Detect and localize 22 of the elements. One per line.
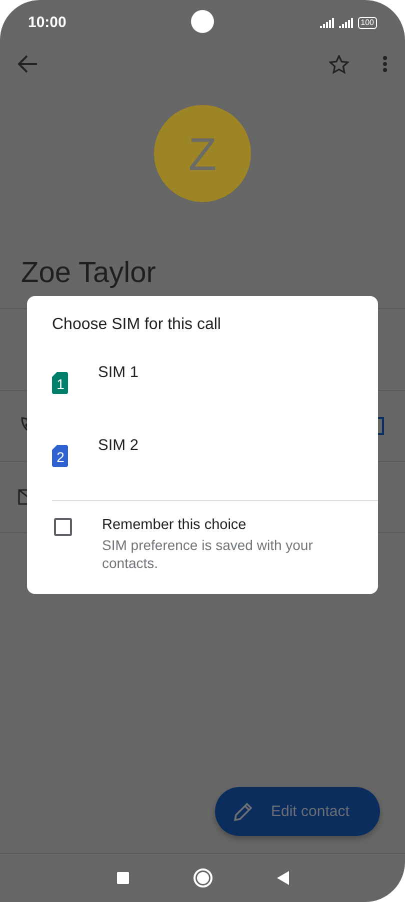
home-icon[interactable] <box>192 868 212 888</box>
camera-cutout <box>191 10 214 33</box>
more-icon[interactable] <box>382 55 388 73</box>
back-nav-icon[interactable] <box>276 871 288 885</box>
sim-option[interactable]: 1 SIM 1 <box>52 354 378 427</box>
remember-label: Remember this choice <box>102 517 248 533</box>
sim-card-icon: 2 <box>52 445 68 467</box>
star-icon[interactable] <box>329 54 349 74</box>
sim-option[interactable]: 2 SIM 2 <box>52 427 378 500</box>
clock-time: 10:00 <box>28 14 66 31</box>
signal-icon <box>320 18 335 28</box>
sim-card-icon: 1 <box>52 372 68 394</box>
hint-text: SIM preference is saved with your contacts. <box>102 536 314 572</box>
battery-level: 100 <box>358 16 377 28</box>
contact-name: Zoe Taylor <box>21 257 157 290</box>
contact-avatar: Z <box>154 105 251 202</box>
dialog-title: Choose SIM for this call <box>52 316 222 334</box>
signal-icon <box>338 18 354 28</box>
recents-icon[interactable] <box>116 872 128 884</box>
back-icon[interactable] <box>18 55 38 73</box>
pencil-icon <box>233 802 253 822</box>
checkbox[interactable] <box>54 518 72 536</box>
